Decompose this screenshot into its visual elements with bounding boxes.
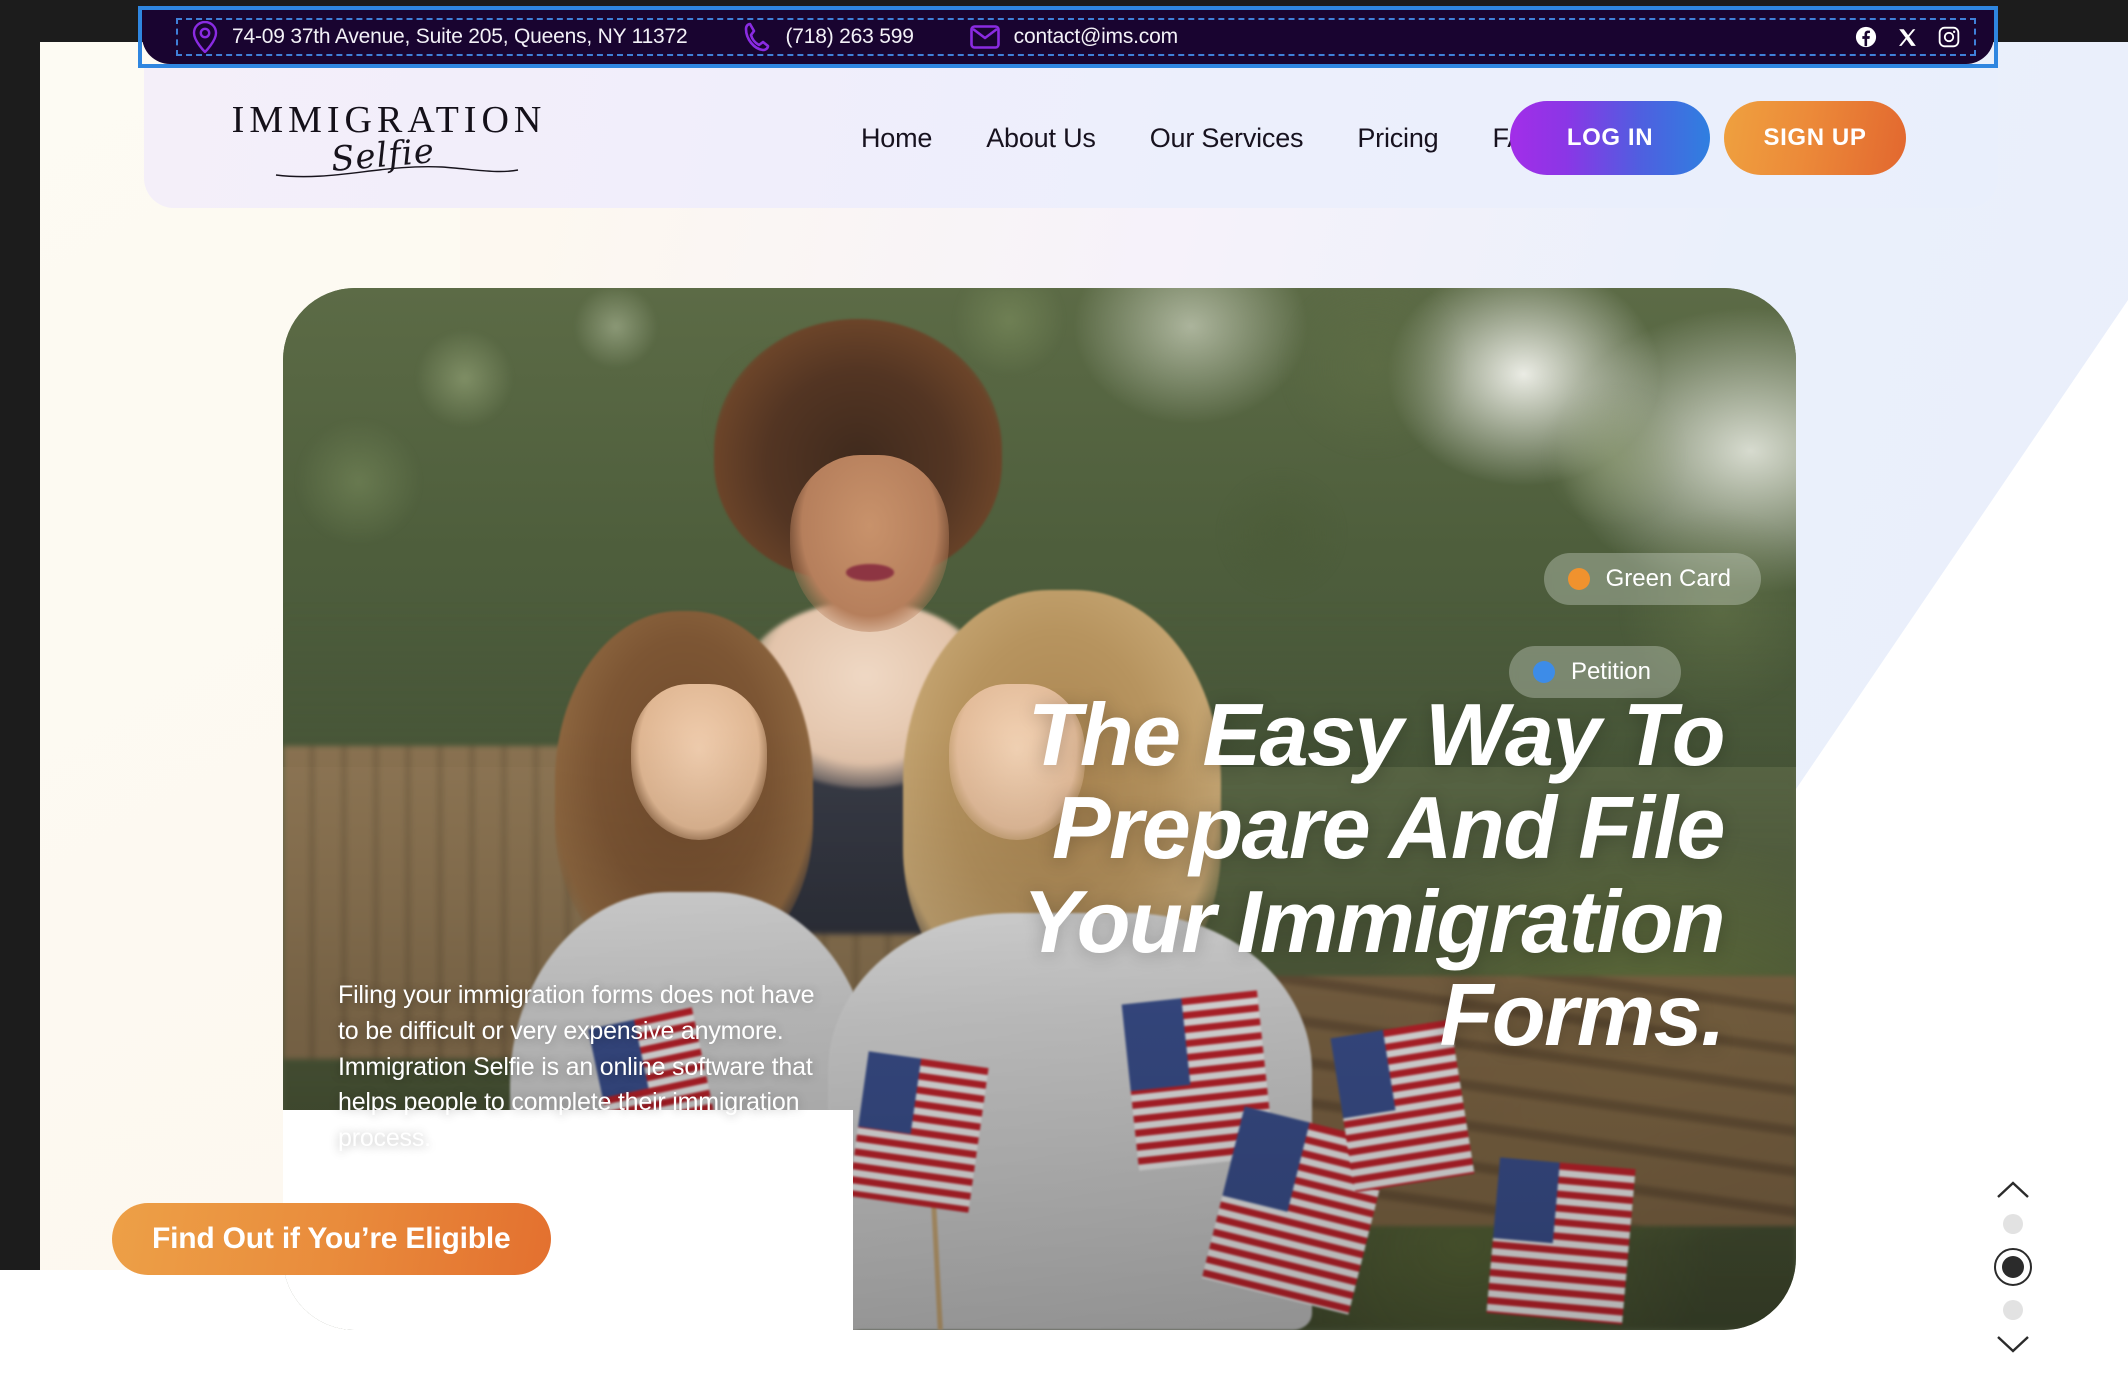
- hero-paragraph: Filing your immigration forms does not h…: [338, 981, 815, 1152]
- login-button[interactable]: LOG IN: [1510, 101, 1710, 175]
- top-contact-bar-content: 74-09 37th Avenue, Suite 205, Queens, NY…: [176, 18, 1976, 56]
- top-contact-bar-background: 74-09 37th Avenue, Suite 205, Queens, NY…: [142, 10, 1994, 64]
- site-logo[interactable]: IMMIGRATION Selfie: [224, 90, 554, 186]
- chevron-up-icon[interactable]: [1996, 1180, 2030, 1200]
- envelope-icon: [969, 25, 1000, 49]
- facebook-icon[interactable]: [1855, 26, 1877, 48]
- slider-dot-2-active[interactable]: [1994, 1248, 2032, 1286]
- badge-dot: [1532, 661, 1555, 683]
- instagram-icon[interactable]: [1938, 26, 1960, 48]
- location-pin-icon: [192, 21, 218, 53]
- badge-green-card[interactable]: Green Card: [1543, 553, 1761, 605]
- contact-phone[interactable]: (718) 263 599: [744, 22, 914, 52]
- contact-phone-text: (718) 263 599: [785, 25, 914, 48]
- nav-item-home[interactable]: Home: [834, 123, 959, 154]
- hero-slider-nav: [1994, 1180, 2032, 1354]
- find-out-eligible-button[interactable]: Find Out if You’re Eligible: [112, 1203, 551, 1275]
- logo-script-word: Selfie: [329, 131, 437, 180]
- contact-address-text: 74-09 37th Avenue, Suite 205, Queens, NY…: [232, 25, 688, 48]
- slider-dot-3[interactable]: [2003, 1300, 2023, 1320]
- phone-icon: [744, 22, 772, 52]
- chevron-down-icon[interactable]: [1996, 1334, 2030, 1354]
- header-actions: LOG IN SIGN UP: [1510, 101, 1906, 175]
- contact-email-text: contact@ims.com: [1013, 25, 1178, 48]
- hero-headline: The Easy Way To Prepare And File Your Im…: [1022, 685, 1726, 1064]
- badge-dot: [1567, 568, 1590, 590]
- nav-item-about-us[interactable]: About Us: [959, 123, 1122, 154]
- signup-button[interactable]: SIGN UP: [1724, 101, 1906, 175]
- contact-address[interactable]: 74-09 37th Avenue, Suite 205, Queens, NY…: [192, 21, 688, 53]
- site-header: IMMIGRATION Selfie Home About Us Our Ser…: [144, 68, 1998, 208]
- hero-image: Green Card Petition The Easy Way To Prep…: [283, 288, 1796, 1330]
- x-twitter-icon[interactable]: [1897, 27, 1918, 48]
- main-navigation: Home About Us Our Services Pricing FAQ: [834, 68, 1573, 208]
- nav-item-our-services[interactable]: Our Services: [1123, 123, 1331, 154]
- badge-green-card-label: Green Card: [1605, 565, 1731, 592]
- top-contact-bar: 74-09 37th Avenue, Suite 205, Queens, NY…: [138, 6, 1998, 68]
- page-root: 74-09 37th Avenue, Suite 205, Queens, NY…: [0, 0, 2128, 1390]
- nav-item-pricing[interactable]: Pricing: [1330, 123, 1465, 154]
- hero-section: Green Card Petition The Easy Way To Prep…: [283, 288, 1796, 1330]
- social-links: [1855, 26, 1960, 48]
- logo-wordmark: IMMIGRATION: [231, 99, 547, 141]
- slider-dot-1[interactable]: [2003, 1214, 2023, 1234]
- contact-email[interactable]: contact@ims.com: [969, 25, 1178, 49]
- badge-petition-label: Petition: [1570, 658, 1651, 685]
